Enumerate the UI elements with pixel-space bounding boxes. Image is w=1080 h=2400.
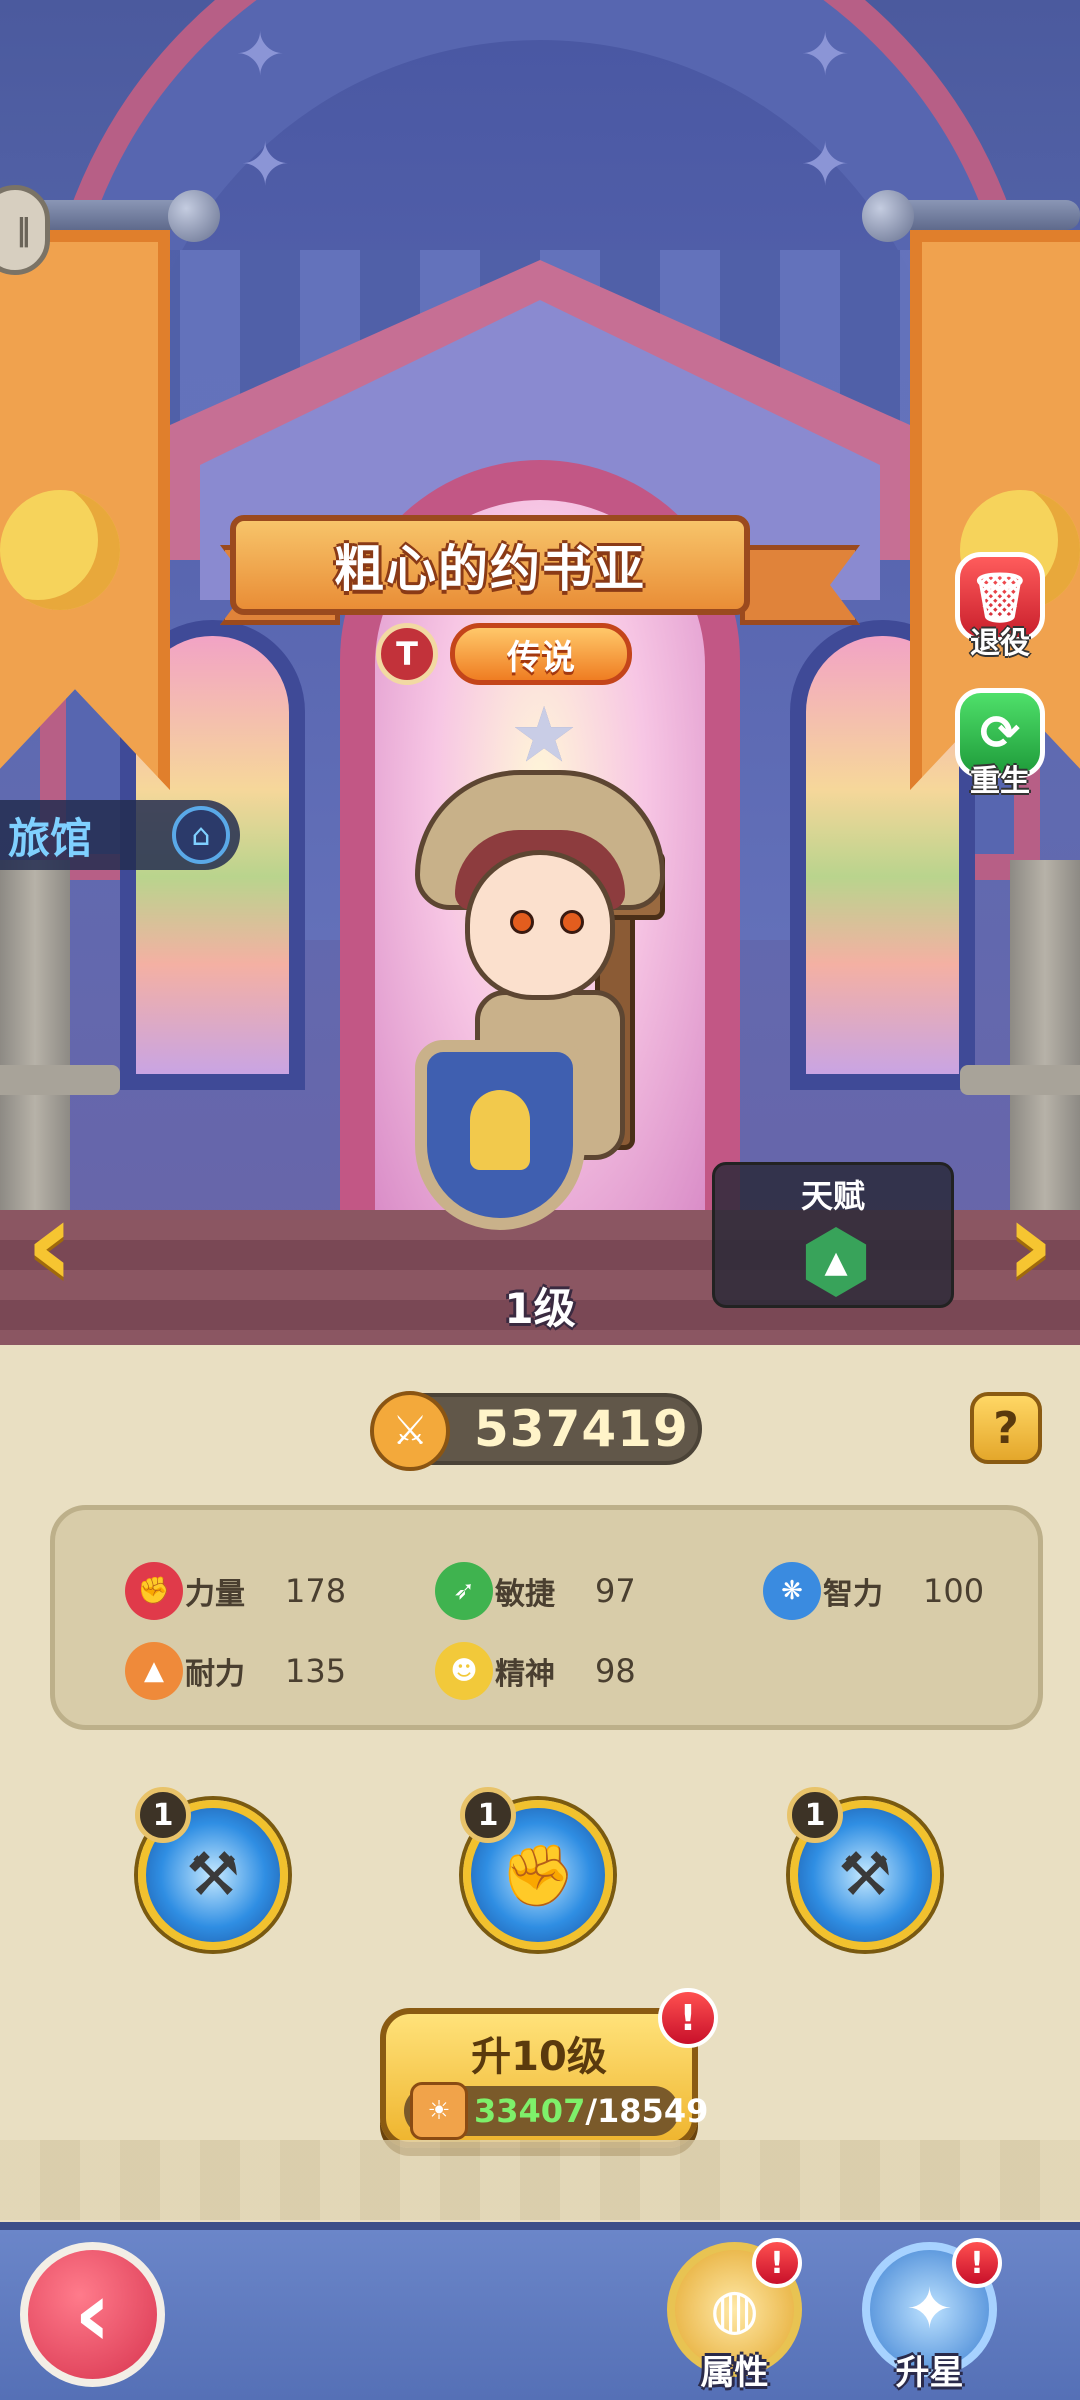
sparkle-decoration: ✦ xyxy=(240,130,291,200)
retire-label: 退役 xyxy=(970,626,1030,661)
moon-emblem-left xyxy=(0,490,120,610)
crystal-ball-icon: ◍ xyxy=(710,2277,759,2342)
stamina-icon: ▲ xyxy=(125,1642,183,1700)
power-display: ⚔ 537419 xyxy=(370,1391,702,1471)
fist-skill-icon: ✊ xyxy=(500,1840,576,1911)
hammer-icon: T xyxy=(376,623,438,685)
stat-name: 智力 xyxy=(823,1577,883,1612)
next-hero-arrow[interactable]: › xyxy=(995,1185,1065,1305)
cost-required: /18549 xyxy=(585,2092,709,2130)
stat-value: 100 xyxy=(923,1572,985,1610)
tab-star-up-alert-icon: ! xyxy=(952,2238,1002,2288)
tab-star-up-label: 升星 xyxy=(895,2353,964,2393)
magic-wand-icon: ✦ xyxy=(906,2277,953,2342)
skill-level-badge: 1 xyxy=(787,1787,843,1843)
inn-label: 旅馆 xyxy=(8,813,93,863)
flame-hexagon-icon: ▲ xyxy=(805,1227,867,1297)
column-cap-right xyxy=(960,1065,1080,1095)
strength-icon: ✊ xyxy=(125,1562,183,1620)
hammer-skill-icon: ⚒ xyxy=(186,1840,240,1910)
refresh-icon: ⟳ xyxy=(979,705,1021,761)
stat-intellect: ❋ 智力 100 xyxy=(763,1562,984,1620)
power-value: 537419 xyxy=(474,1400,689,1458)
sparkle-decoration: ✦ xyxy=(800,20,851,90)
stat-agility: ➶ 敏捷 97 xyxy=(435,1562,636,1620)
agility-icon: ➶ xyxy=(435,1562,493,1620)
stat-name: 敏捷 xyxy=(495,1577,555,1612)
spirit-icon: ☻ xyxy=(435,1642,493,1700)
shield-emblem xyxy=(470,1090,530,1170)
stat-name: 精神 xyxy=(495,1657,555,1692)
inn-location-tag[interactable]: 旅馆 ⌂ xyxy=(0,800,240,870)
tab-attributes-label: 属性 xyxy=(700,2353,769,2393)
hero-eye-right xyxy=(560,910,584,934)
home-icon: ⌂ xyxy=(172,806,230,864)
experience-book-icon: ☀ xyxy=(410,2082,468,2140)
stat-value: 98 xyxy=(595,1652,636,1690)
stat-strength: ✊ 力量 178 xyxy=(125,1562,346,1620)
rod-knob-right xyxy=(862,190,914,242)
stat-value: 178 xyxy=(285,1572,347,1610)
chevron-left-icon: ‹ xyxy=(73,2262,112,2367)
column-cap-left xyxy=(0,1065,120,1095)
holy-hammer-skill-icon: ⚒ xyxy=(838,1840,892,1910)
stats-panel: ✊ 力量 178 ➶ 敏捷 97 ❋ 智力 100 ▲ 耐力 135 ☻ 精神 … xyxy=(50,1505,1043,1730)
stat-spirit: ☻ 精神 98 xyxy=(435,1642,636,1700)
help-button[interactable]: ? xyxy=(970,1392,1042,1464)
cost-owned: 33407 xyxy=(474,2092,586,2130)
talent-button[interactable]: 天赋 ▲ xyxy=(712,1162,954,1308)
rebirth-label: 重生 xyxy=(970,764,1030,799)
skill-level-badge: 1 xyxy=(460,1787,516,1843)
upgrade-cost: ☀ 33407 /18549 xyxy=(404,2082,708,2140)
back-button[interactable]: ‹ xyxy=(20,2242,165,2387)
stat-name: 耐力 xyxy=(185,1657,245,1692)
sparkle-decoration: ✦ xyxy=(235,20,286,90)
stat-value: 97 xyxy=(595,1572,636,1610)
hero-eye-left xyxy=(510,910,534,934)
upgrade-alert-icon: ! xyxy=(658,1988,718,2048)
tab-attributes-alert-icon: ! xyxy=(752,2238,802,2288)
intellect-icon: ❋ xyxy=(763,1562,821,1620)
hero-character-sprite xyxy=(395,760,705,1230)
upgrade-10-levels-button[interactable]: 升10级 ☀ 33407 /18549 xyxy=(380,2008,708,2148)
panel-border-decoration xyxy=(0,2140,1080,2220)
stat-value: 135 xyxy=(285,1652,347,1690)
stat-name: 力量 xyxy=(185,1577,245,1612)
hero-name: 粗心的约书亚 xyxy=(334,540,646,598)
prev-hero-arrow[interactable]: ‹ xyxy=(15,1185,85,1305)
hero-level: 1级 xyxy=(504,1284,576,1333)
upgrade-label: 升10级 xyxy=(471,2034,607,2080)
stat-stamina: ▲ 耐力 135 xyxy=(125,1642,346,1700)
skill-level-badge: 1 xyxy=(135,1787,191,1843)
rarity-label: 传说 xyxy=(507,637,575,678)
sparkle-decoration: ✦ xyxy=(800,130,851,200)
pause-button[interactable]: ‖ xyxy=(0,185,50,275)
talent-title: 天赋 xyxy=(800,1177,865,1215)
hero-name-ribbon: 粗心的约书亚 xyxy=(230,515,750,615)
rarity-badge: 传说 xyxy=(450,623,632,685)
sword-shield-icon: ⚔ xyxy=(370,1391,450,1471)
hero-face xyxy=(465,850,615,1000)
trash-icon: 🗑 xyxy=(969,569,1031,626)
rod-knob-left xyxy=(168,190,220,242)
